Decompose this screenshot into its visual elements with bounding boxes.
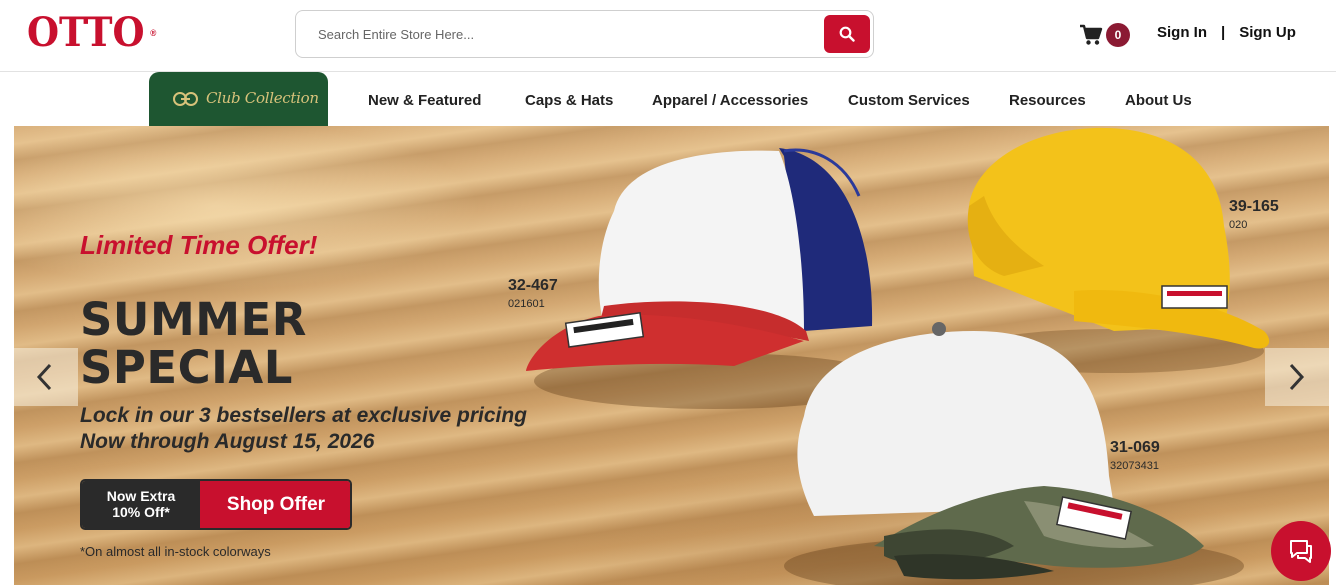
carousel-next-button[interactable] xyxy=(1265,348,1329,406)
auth-links: Sign In | Sign Up xyxy=(1157,24,1296,41)
search-icon xyxy=(839,26,855,42)
chat-icon xyxy=(1290,540,1312,563)
cart-button[interactable]: 0 xyxy=(1079,22,1131,50)
hero-headline: SUMMER SPECIAL xyxy=(80,296,307,392)
search-bar xyxy=(295,10,874,58)
cart-count-badge: 0 xyxy=(1106,23,1130,47)
shop-offer-button[interactable]: Now Extra 10% Off* Shop Offer xyxy=(80,479,352,530)
subline-1: Lock in our 3 bestsellers at exclusive p… xyxy=(80,404,528,427)
carousel-prev-button[interactable] xyxy=(14,348,78,406)
extra-discount-label: Now Extra 10% Off* xyxy=(82,481,200,528)
nav-resources[interactable]: Resources xyxy=(1009,92,1086,109)
auth-separator: | xyxy=(1221,24,1226,41)
club-logo-icon xyxy=(173,92,198,106)
main-nav: Club Collection New & Featured Caps & Ha… xyxy=(0,72,1336,126)
nav-apparel-accessories[interactable]: Apparel / Accessories xyxy=(652,92,808,109)
club-collection-label: Club Collection xyxy=(206,89,319,107)
otto-logo[interactable]: OTTO ® xyxy=(27,9,156,56)
registered-mark: ® xyxy=(150,28,157,38)
sign-in-link[interactable]: Sign In xyxy=(1157,24,1207,41)
chevron-left-icon xyxy=(36,363,52,391)
product-code: 31-069 xyxy=(1110,439,1160,456)
product-code: 32-467 xyxy=(508,277,558,294)
hero-banner[interactable]: Limited Time Offer! SUMMER SPECIAL Lock … xyxy=(14,126,1329,585)
product-color-code: 020 xyxy=(1229,219,1248,231)
offer-title: Limited Time Offer! xyxy=(80,230,318,260)
search-input[interactable] xyxy=(318,11,818,57)
offer-footnote: *On almost all in-stock colorways xyxy=(80,544,271,559)
chevron-right-icon xyxy=(1289,363,1305,391)
cap-39-165 xyxy=(967,127,1270,349)
cart-icon xyxy=(1080,24,1103,45)
search-button[interactable] xyxy=(824,15,870,53)
extra-discount-line-2: 10% Off* xyxy=(112,504,170,520)
nav-new-featured[interactable]: New & Featured xyxy=(368,92,481,109)
nav-caps-hats[interactable]: Caps & Hats xyxy=(525,92,613,109)
sign-up-link[interactable]: Sign Up xyxy=(1239,24,1296,41)
product-code: 39-165 xyxy=(1229,198,1279,215)
site-header: OTTO ® 0 Sign In | Sign Up xyxy=(0,0,1336,72)
nav-about-us[interactable]: About Us xyxy=(1125,92,1192,109)
extra-discount-line-1: Now Extra xyxy=(106,488,176,504)
subline-2: Now through August 15, 2026 xyxy=(80,430,375,453)
hero-subline: Lock in our 3 bestsellers at exclusive p… xyxy=(80,403,527,455)
chat-button[interactable] xyxy=(1271,521,1331,581)
logo-text: OTTO xyxy=(27,9,145,56)
club-collection-tab[interactable]: Club Collection xyxy=(149,72,328,126)
nav-custom-services[interactable]: Custom Services xyxy=(848,92,970,109)
headline-line-1: SUMMER xyxy=(80,293,307,346)
cap-32-467 xyxy=(526,148,873,371)
shop-offer-label: Shop Offer xyxy=(200,481,350,528)
product-color-code: 021601 xyxy=(508,298,545,310)
headline-line-2: SPECIAL xyxy=(80,341,293,394)
product-color-code: 32073431 xyxy=(1110,460,1159,472)
